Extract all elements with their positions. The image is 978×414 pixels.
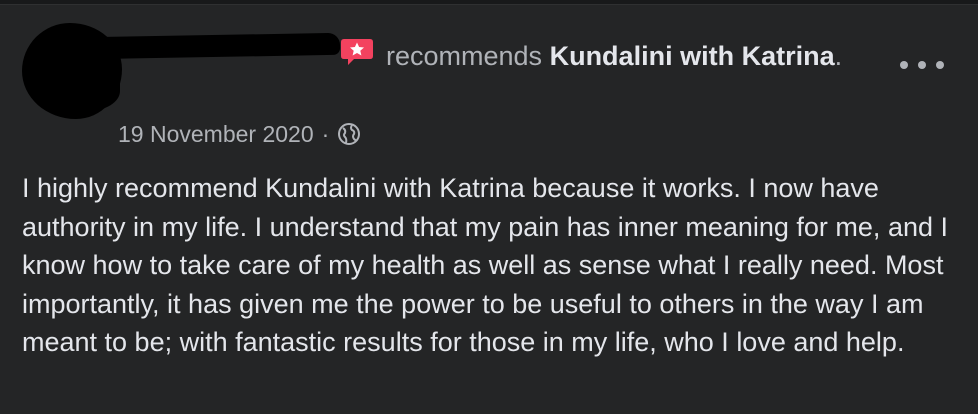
header-period: . — [834, 41, 843, 71]
more-options-icon[interactable] — [900, 55, 944, 75]
post-card: recommends Kundalini with Katrina. 19 No… — [0, 4, 978, 414]
redaction-mark — [40, 61, 120, 111]
more-dot — [936, 61, 944, 69]
post-header: recommends Kundalini with Katrina. — [118, 35, 878, 77]
page-name-link[interactable]: Kundalini with — [550, 41, 734, 71]
post-body-text: I highly recommend Kundalini with Katrin… — [22, 173, 948, 357]
post-date[interactable]: 19 November 2020 — [118, 121, 314, 148]
globe-icon[interactable] — [337, 122, 361, 146]
more-dot — [918, 61, 926, 69]
recommends-label: recommends — [386, 41, 543, 71]
meta-separator: · — [321, 120, 330, 147]
page-name-link-continued[interactable]: Katrina — [742, 41, 835, 71]
post-meta: 19 November 2020 · — [118, 117, 361, 151]
more-dot — [900, 61, 908, 69]
